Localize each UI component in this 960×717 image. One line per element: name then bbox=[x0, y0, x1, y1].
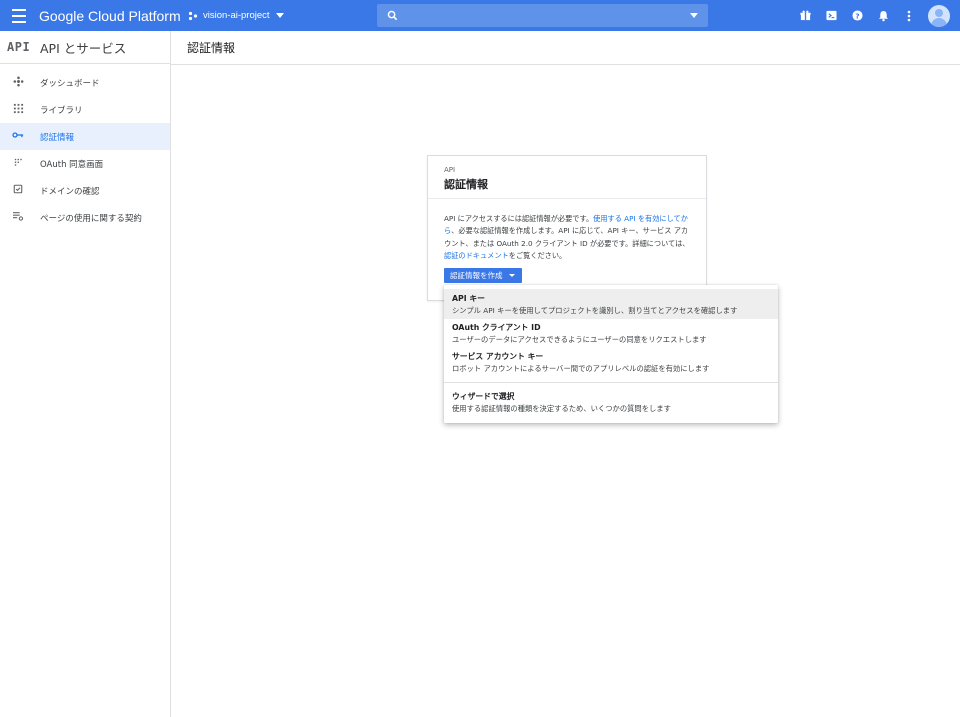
key-icon bbox=[12, 131, 24, 142]
account-avatar[interactable] bbox=[928, 4, 950, 27]
sidebar-item-label: OAuth 同意画面 bbox=[40, 159, 104, 170]
project-name: vision-ai-project bbox=[203, 10, 270, 21]
description-text: API にアクセスするには認証情報が必要です。 bbox=[444, 214, 594, 223]
library-icon bbox=[13, 103, 24, 117]
menu-item-title: ウィザードで選択 bbox=[452, 392, 515, 401]
chevron-down-icon bbox=[275, 13, 284, 18]
sidebar-item-label: ライブラリ bbox=[40, 105, 83, 116]
sidebar-item-credentials[interactable]: 認証情報 bbox=[0, 123, 170, 150]
topbar-actions: ? bbox=[792, 0, 960, 31]
card-title: 認証情報 bbox=[444, 178, 488, 191]
notifications-bell-icon[interactable] bbox=[870, 0, 896, 31]
menu-item-description: 使用する認証情報の種類を決定するため、いくつかの質問をします bbox=[452, 404, 671, 413]
description-text: をご覧ください。 bbox=[508, 251, 567, 261]
menu-item-oauth-client-id[interactable]: OAuth クライアント ID ユーザーのデータにアクセスできるようにユーザーの… bbox=[444, 321, 778, 350]
page-usage-agreement-icon bbox=[12, 211, 24, 224]
menu-item-description: シンプル API キーを使用してプロジェクトを識別し、割り当てとアクセスを確認し… bbox=[452, 306, 738, 315]
credentials-empty-card: API 認証情報 API にアクセスするには認証情報が必要です。使用する API… bbox=[427, 155, 707, 301]
sidebar-nav: ダッシュボード ライブラリ 認証情報 OAuth 同意画面 ドメインの確認 ペー… bbox=[0, 69, 170, 231]
sidebar-item-dashboard[interactable]: ダッシュボード bbox=[0, 69, 170, 96]
create-credentials-button[interactable]: 認証情報を作成 bbox=[444, 268, 522, 283]
project-selector[interactable]: vision-ai-project bbox=[188, 10, 378, 21]
menu-item-wizard[interactable]: ウィザードで選択 使用する認証情報の種類を決定するため、いくつかの質問をします bbox=[444, 390, 778, 419]
top-app-bar: Google Cloud Platform vision-ai-project … bbox=[0, 0, 960, 31]
svg-text:?: ? bbox=[855, 11, 859, 20]
sidebar: API API とサービス ダッシュボード ライブラリ 認証情報 OAuth 同… bbox=[0, 31, 171, 717]
sidebar-item-oauth-consent[interactable]: OAuth 同意画面 bbox=[0, 150, 170, 177]
sidebar-item-domain-verification[interactable]: ドメインの確認 bbox=[0, 177, 170, 204]
page-header: 認証情報 bbox=[171, 31, 960, 65]
product-brand[interactable]: Google Cloud Platform bbox=[39, 8, 185, 24]
menu-item-title: OAuth クライアント ID bbox=[452, 323, 541, 332]
api-logo: API bbox=[7, 40, 31, 54]
search-input[interactable] bbox=[398, 4, 708, 27]
chevron-down-icon bbox=[508, 274, 515, 277]
search-bar[interactable] bbox=[377, 4, 708, 27]
menu-divider bbox=[444, 382, 778, 383]
menu-item-api-key[interactable]: API キー シンプル API キーを使用してプロジェクトを識別し、割り当てとア… bbox=[444, 289, 778, 319]
sidebar-item-label: ページの使用に関する契約 bbox=[40, 213, 142, 224]
oauth-consent-icon bbox=[13, 157, 24, 171]
more-options-icon[interactable] bbox=[896, 0, 922, 31]
card-description: API にアクセスするには認証情報が必要です。使用する API を有効にしてから… bbox=[444, 213, 692, 263]
page-title: 認証情報 bbox=[187, 41, 236, 55]
dashboard-icon bbox=[13, 76, 24, 90]
hamburger-menu-button[interactable] bbox=[1, 0, 37, 31]
create-credentials-menu: API キー シンプル API キーを使用してプロジェクトを識別し、割り当てとア… bbox=[444, 285, 778, 423]
project-icon bbox=[188, 11, 198, 21]
card-divider bbox=[428, 198, 706, 199]
sidebar-item-label: ドメインの確認 bbox=[40, 186, 100, 197]
sidebar-item-page-usage-agreements[interactable]: ページの使用に関する契約 bbox=[0, 204, 170, 231]
sidebar-header: API API とサービス bbox=[0, 31, 170, 64]
menu-item-title: API キー bbox=[452, 294, 485, 303]
search-icon bbox=[387, 10, 398, 21]
menu-item-description: ユーザーのデータにアクセスできるようにユーザーの同意をリクエストします bbox=[452, 335, 707, 344]
create-credentials-label: 認証情報を作成 bbox=[450, 271, 503, 280]
cloud-shell-icon[interactable] bbox=[818, 0, 844, 31]
menu-item-description: ロボット アカウントによるサーバー間でのアプリレベルの認証を有効にします bbox=[452, 364, 710, 373]
card-label: API bbox=[444, 166, 456, 174]
sidebar-title: API とサービス bbox=[40, 40, 127, 56]
help-icon[interactable]: ? bbox=[844, 0, 870, 31]
sidebar-item-label: 認証情報 bbox=[40, 132, 75, 143]
search-dropdown-chevron-icon[interactable] bbox=[690, 13, 698, 18]
menu-item-title: サービス アカウント キー bbox=[452, 352, 544, 361]
domain-verification-icon bbox=[13, 184, 23, 197]
menu-icon bbox=[12, 7, 26, 25]
gift-icon[interactable] bbox=[792, 0, 818, 31]
auth-docs-link[interactable]: 認証のドキュメント bbox=[444, 251, 509, 260]
description-text: 、必要な認証情報を作成します。API に応じて、API キー、サービス アカウン… bbox=[444, 226, 690, 248]
sidebar-item-library[interactable]: ライブラリ bbox=[0, 96, 170, 123]
menu-item-service-account-key[interactable]: サービス アカウント キー ロボット アカウントによるサーバー間でのアプリレベル… bbox=[444, 350, 778, 379]
sidebar-item-label: ダッシュボード bbox=[40, 78, 100, 89]
